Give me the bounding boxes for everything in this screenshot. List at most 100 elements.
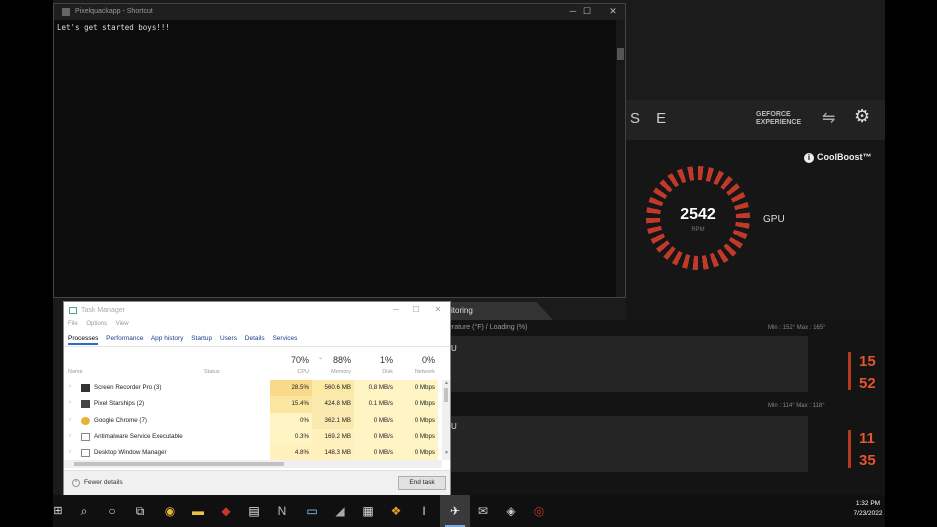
task-manager-footer: ⌃ Fewer details End task (64, 470, 450, 495)
expand-icon[interactable]: › (69, 384, 71, 390)
notepad-icon[interactable]: ▤ (245, 502, 263, 520)
tab-startup[interactable]: Startup (191, 335, 212, 342)
gear-icon[interactable]: ⚙ (854, 106, 870, 127)
fewer-details-label: Fewer details (84, 479, 123, 486)
close-button[interactable]: ✕ (426, 305, 450, 314)
app-icon[interactable]: ◎ (530, 502, 548, 520)
process-name: Google Chrome (7) (94, 416, 147, 424)
terminal-output: Let's get started boys!!! (57, 23, 170, 32)
monitor-graph-row (448, 416, 808, 472)
scroll-down-icon[interactable]: ▼ (444, 450, 449, 456)
column-header-cpu[interactable]: CPU (273, 369, 309, 375)
app-icon[interactable]: ❖ (387, 502, 405, 520)
app-icon[interactable]: ◆ (217, 502, 235, 520)
tab-performance[interactable]: Performance (106, 335, 143, 342)
system-clock[interactable]: 1:32 PM 7/23/2022 (848, 499, 885, 519)
tab-processes[interactable]: Processes (68, 335, 99, 345)
terminal-window[interactable]: Pixelquackapp - Shortcut ─ ☐ ✕ Let's get… (53, 3, 626, 298)
tab-details[interactable]: Details (245, 335, 265, 342)
cell-cpu: 0.3% (270, 428, 312, 446)
expand-icon[interactable]: › (69, 417, 71, 423)
menu-file[interactable]: File (68, 321, 78, 327)
app-icon[interactable]: N (273, 502, 291, 520)
menu-options[interactable]: Options (86, 321, 107, 327)
process-name: Antimalware Service Executable (94, 432, 183, 440)
tab-strip: Processes Performance App history Startu… (68, 335, 303, 345)
menu-view[interactable]: View (116, 321, 129, 327)
scroll-thumb[interactable] (74, 462, 284, 466)
app-icon[interactable]: ✉ (474, 502, 492, 520)
fewer-details-button[interactable]: ⌃ Fewer details (72, 479, 123, 487)
terminal-icon (62, 8, 70, 16)
tab-monitoring[interactable]: itoring (443, 302, 553, 320)
monitor-value-bottom: 35 (859, 452, 876, 469)
msi-header: S E GEFORCE EXPERIENCE ⇋ ⚙ (626, 100, 885, 140)
swap-arrows-icon[interactable]: ⇋ (822, 108, 835, 128)
coolboost-toggle[interactable]: i CoolBoost™ (804, 152, 872, 163)
maximize-button[interactable]: ☐ (574, 6, 600, 17)
cell-network: 0 Mbps (396, 412, 438, 429)
clock-date: 7/23/2022 (853, 510, 883, 517)
monitor-graph-row (448, 336, 808, 392)
table-row[interactable]: › Screen Recorder Pro (3) 28.5% 560.6 MB… (64, 380, 442, 397)
terminal-icon[interactable]: ▭ (303, 502, 321, 520)
end-task-button[interactable]: End task (398, 476, 446, 490)
app-icon[interactable]: I (415, 502, 433, 520)
cpu-total: 70% (290, 355, 309, 365)
column-header-memory[interactable]: Memory (315, 369, 351, 375)
column-header-network[interactable]: Network (399, 369, 435, 375)
monitor-level-bar (848, 352, 851, 390)
table-row[interactable]: › Pixel Starships (2) 15.4% 424.8 MB 0.1… (64, 396, 442, 413)
monitoring-title: erature (°F) / Loading (%) (448, 324, 528, 331)
terminal-scroll-thumb[interactable] (617, 48, 624, 60)
tab-app-history[interactable]: App history (151, 335, 184, 342)
close-button[interactable]: ✕ (600, 6, 626, 17)
monitor-minmax: Min : 114° Max : 118° (768, 403, 825, 409)
fan-speed-value: 2542 (680, 206, 716, 223)
geforce-experience-logo[interactable]: GEFORCE EXPERIENCE (756, 111, 801, 127)
cortana-icon[interactable]: ○ (103, 502, 121, 520)
fan-gauge-label: GPU (763, 214, 785, 225)
monitor-value-bottom: 52 (859, 375, 876, 392)
file-explorer-icon[interactable]: ▬ (189, 502, 207, 520)
chrome-icon[interactable]: ◉ (161, 502, 179, 520)
app-icon[interactable]: ◢ (331, 502, 349, 520)
expand-icon[interactable]: › (69, 400, 71, 406)
scroll-thumb[interactable] (444, 388, 448, 402)
tab-services[interactable]: Services (272, 335, 297, 342)
game-icon[interactable]: ✈ (446, 502, 464, 520)
tab-users[interactable]: Users (220, 335, 237, 342)
task-manager-titlebar[interactable]: Task Manager ─ ☐ ✕ (64, 302, 450, 319)
horizontal-scrollbar[interactable] (64, 460, 442, 468)
desktop: S E GEFORCE EXPERIENCE ⇋ ⚙ i CoolBoost™ 2… (53, 0, 885, 527)
terminal-scrollbar[interactable] (616, 20, 625, 297)
terminal-titlebar[interactable]: Pixelquackapp - Shortcut ─ ☐ ✕ (54, 4, 625, 20)
start-icon[interactable]: ⊞ (53, 502, 67, 520)
service-icon (81, 449, 90, 458)
app-icon[interactable]: ◈ (502, 502, 520, 520)
fan-gauge: 2542 RPM (646, 166, 750, 270)
task-manager-title: Task Manager (81, 307, 125, 314)
task-view-icon[interactable]: ⧉ (131, 502, 149, 520)
search-icon[interactable]: ⌕ (75, 502, 93, 520)
chrome-icon (81, 416, 90, 425)
vertical-scrollbar[interactable]: ▲ ▼ (442, 380, 450, 460)
monitor-row-label: U (451, 344, 457, 353)
task-manager-window[interactable]: Task Manager ─ ☐ ✕ File Options View Pro… (63, 301, 451, 495)
cell-memory: 424.8 MB (312, 396, 354, 413)
table-row[interactable]: › Antimalware Service Executable 0.3% 16… (64, 428, 442, 446)
column-header-status[interactable]: Status (204, 369, 220, 375)
scroll-up-icon[interactable]: ▲ (444, 380, 449, 386)
maximize-button[interactable]: ☐ (404, 305, 428, 314)
expand-icon[interactable]: › (69, 433, 71, 439)
chevron-up-icon: ⌃ (72, 479, 80, 487)
expand-icon[interactable]: › (69, 449, 71, 455)
column-header-disk[interactable]: Disk (357, 369, 393, 375)
column-header-name[interactable]: Name (68, 369, 83, 375)
cell-cpu: 28.5% (270, 380, 312, 397)
cell-cpu: 0% (270, 412, 312, 429)
table-row[interactable]: › Google Chrome (7) 0% 362.1 MB 0 MB/s 0… (64, 412, 442, 429)
monitor-minmax: Min : 152° Max : 165° (768, 325, 826, 331)
geforce-line2: EXPERIENCE (756, 119, 802, 126)
app-icon[interactable]: ▦ (359, 502, 377, 520)
